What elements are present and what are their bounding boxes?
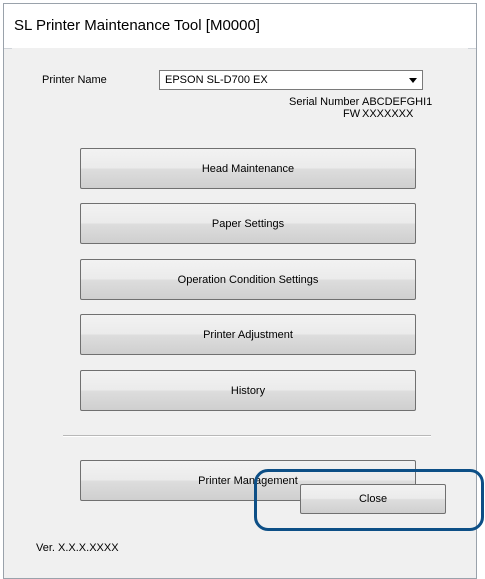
fw-value: XXXXXXX bbox=[362, 108, 414, 120]
head-maintenance-button[interactable]: Head Maintenance bbox=[80, 148, 416, 189]
version-label: Ver. X.X.X.XXXX bbox=[36, 542, 119, 554]
printer-name-dropdown[interactable]: EPSON SL-D700 EX bbox=[159, 70, 423, 90]
serial-number-label: Serial Number bbox=[289, 96, 360, 108]
close-button-highlight bbox=[254, 469, 484, 531]
section-divider bbox=[63, 435, 431, 437]
chevron-down-icon bbox=[409, 78, 417, 83]
fw-label: FW bbox=[343, 108, 361, 120]
paper-settings-button[interactable]: Paper Settings bbox=[80, 203, 416, 244]
printer-name-selected: EPSON SL-D700 EX bbox=[165, 74, 268, 86]
printer-name-label: Printer Name bbox=[42, 74, 107, 86]
operation-condition-settings-button[interactable]: Operation Condition Settings bbox=[80, 259, 416, 300]
history-button[interactable]: History bbox=[80, 370, 416, 411]
window-title: SL Printer Maintenance Tool [M0000] bbox=[14, 17, 260, 34]
serial-number-value: ABCDEFGHI1 bbox=[362, 96, 433, 108]
title-bar: SL Printer Maintenance Tool [M0000] bbox=[4, 4, 476, 49]
printer-adjustment-button[interactable]: Printer Adjustment bbox=[80, 314, 416, 355]
